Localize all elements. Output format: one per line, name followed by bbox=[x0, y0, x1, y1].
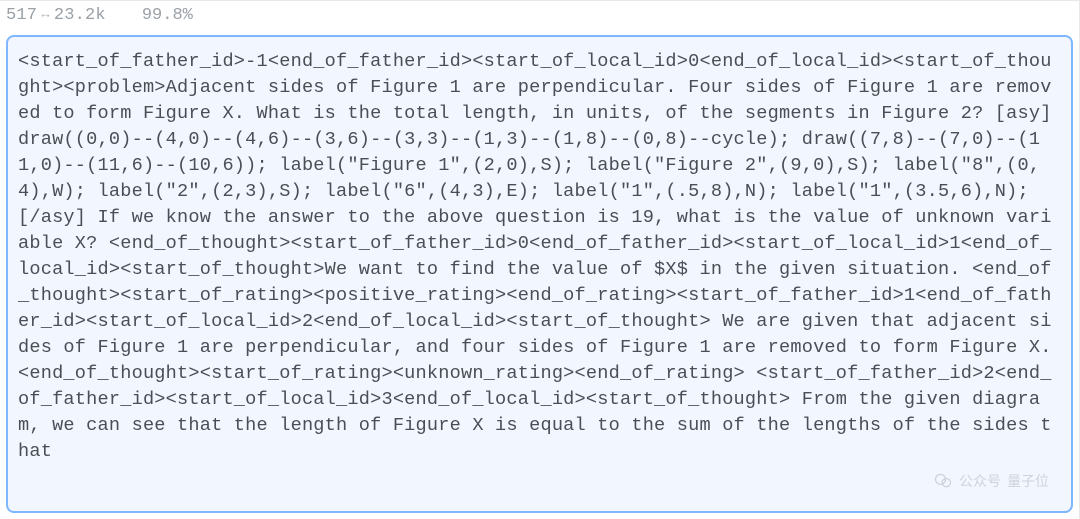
count-left: 517 bbox=[6, 6, 37, 25]
code-cell[interactable]: <start_of_father_id>-1<end_of_father_id>… bbox=[6, 35, 1073, 513]
arrow-icon: ↔ bbox=[39, 7, 52, 23]
app-window: 517 ↔ 23.2k 99.8% <start_of_father_id>-1… bbox=[0, 0, 1080, 519]
count-right: 23.2k bbox=[54, 6, 106, 25]
stats-bar: 517 ↔ 23.2k 99.8% bbox=[0, 1, 1079, 29]
percent-value: 99.8% bbox=[142, 6, 193, 25]
code-text[interactable]: <start_of_father_id>-1<end_of_father_id>… bbox=[18, 49, 1057, 499]
token-count-group: 517 ↔ 23.2k bbox=[6, 6, 106, 25]
